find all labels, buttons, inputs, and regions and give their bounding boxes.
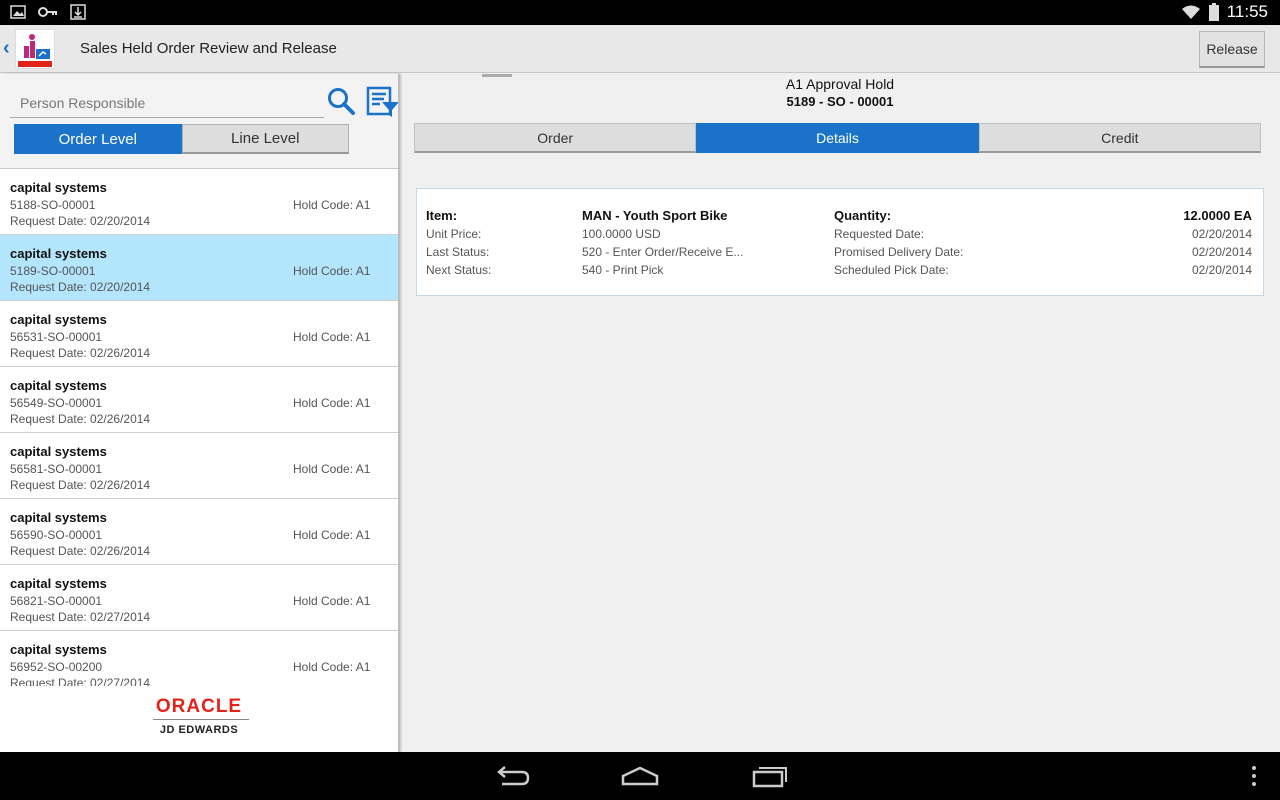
recent-apps-icon[interactable] [750, 764, 790, 788]
oracle-logo-text: ORACLE [155, 696, 243, 717]
customer-name: capital systems [10, 246, 107, 261]
list-item[interactable]: capital systems 5188-SO-00001 Request Da… [0, 169, 398, 235]
order-detail-panel: A1 Approval Hold 5189 - SO - 00001 Order… [402, 74, 1280, 752]
download-icon [70, 4, 86, 20]
requested-date-label: Requested Date: [834, 227, 925, 241]
hold-code: Hold Code: A1 [293, 462, 371, 476]
order-list-panel: Order Level Line Level capital systems 5… [0, 74, 400, 752]
details-card: Item: MAN - Youth Sport Bike Quantity: 1… [416, 188, 1264, 296]
order-level-tab[interactable]: Order Level [14, 124, 182, 154]
overflow-menu-icon[interactable] [1236, 764, 1272, 788]
order-number: 56821-SO-00001 [10, 594, 103, 608]
customer-name: capital systems [10, 642, 107, 657]
request-date: Request Date: 02/26/2014 [10, 412, 151, 426]
request-date: Request Date: 02/26/2014 [10, 478, 151, 492]
level-segmented-control: Order Level Line Level [14, 124, 349, 154]
request-date: Request Date: 02/26/2014 [10, 346, 151, 360]
order-number: 56549-SO-00001 [10, 396, 103, 410]
request-date: Request Date: 02/26/2014 [10, 544, 151, 558]
hold-title: A1 Approval Hold [785, 76, 895, 92]
promised-delivery-value: 02/20/2014 [1191, 245, 1252, 259]
image-icon [10, 5, 26, 19]
list-item[interactable]: capital systems 56581-SO-00001 Request D… [0, 433, 398, 499]
last-status-label: Last Status: [426, 245, 490, 259]
list-item[interactable]: capital systems 56821-SO-00001 Request D… [0, 565, 398, 631]
unit-price-label: Unit Price: [426, 227, 482, 241]
action-bar: ‹ Sales Held Order Review and Release Re… [0, 25, 1280, 73]
unit-price-row: Unit Price: 100.0000 USD Requested Date:… [417, 227, 1265, 243]
promised-delivery-label: Promised Delivery Date: [834, 245, 964, 259]
requested-date-value: 02/20/2014 [1191, 227, 1252, 241]
search-row [10, 84, 398, 124]
order-number: 56531-SO-00001 [10, 330, 103, 344]
hold-code: Hold Code: A1 [293, 264, 371, 278]
quantity-label: Quantity: [834, 208, 892, 223]
clock: 11:55 [1226, 2, 1268, 21]
list-item[interactable]: capital systems 56549-SO-00001 Request D… [0, 367, 398, 433]
app-icon[interactable] [15, 29, 55, 69]
detail-tabs: Order Details Credit [414, 123, 1261, 153]
list-item[interactable]: capital systems 56590-SO-00001 Request D… [0, 499, 398, 565]
list-item[interactable]: capital systems 56531-SO-00001 Request D… [0, 301, 398, 367]
page-title: Sales Held Order Review and Release [80, 40, 337, 57]
hold-code: Hold Code: A1 [293, 660, 371, 674]
quantity-value: 12.0000 EA [1183, 208, 1252, 223]
order-number: 56952-SO-00200 [10, 660, 103, 674]
hold-code: Hold Code: A1 [293, 330, 371, 344]
order-number: 56581-SO-00001 [10, 462, 103, 476]
scheduled-pick-label: Scheduled Pick Date: [834, 263, 949, 277]
logo-divider [153, 719, 249, 720]
request-date: Request Date: 02/27/2014 [10, 676, 151, 686]
hold-order-number: 5189 - SO - 00001 [786, 94, 894, 109]
list-item-selected[interactable]: capital systems 5189-SO-00001 Request Da… [0, 235, 398, 301]
hold-code: Hold Code: A1 [293, 396, 371, 410]
item-label: Item: [426, 208, 458, 223]
status-bar: 11:55 [0, 0, 1280, 25]
next-status-value: 540 - Print Pick [582, 263, 664, 277]
customer-name: capital systems [10, 180, 107, 195]
request-date: Request Date: 02/20/2014 [10, 214, 151, 228]
oracle-jde-logo: ORACLE JD EDWARDS [0, 686, 398, 752]
order-number: 5188-SO-00001 [10, 198, 96, 212]
item-row: Item: MAN - Youth Sport Bike Quantity: 1… [417, 208, 1265, 224]
unit-price-value: 100.0000 USD [582, 227, 661, 241]
person-responsible-search-input[interactable] [10, 88, 324, 118]
next-status-label: Next Status: [426, 263, 492, 277]
search-icon[interactable] [326, 86, 356, 116]
hold-code: Hold Code: A1 [293, 528, 371, 542]
battery-icon [1208, 3, 1219, 21]
hold-code: Hold Code: A1 [293, 198, 371, 212]
scheduled-pick-value: 02/20/2014 [1191, 263, 1252, 277]
customer-name: capital systems [10, 444, 107, 459]
order-number: 56590-SO-00001 [10, 528, 103, 542]
back-chevron-icon[interactable]: ‹ [3, 37, 10, 60]
request-date: Request Date: 02/20/2014 [10, 280, 151, 294]
line-level-tab[interactable]: Line Level [181, 124, 349, 154]
filter-icon[interactable] [366, 84, 400, 118]
item-value: MAN - Youth Sport Bike [582, 208, 728, 223]
order-number: 5189-SO-00001 [10, 264, 96, 278]
held-orders-list: capital systems 5188-SO-00001 Request Da… [0, 168, 398, 686]
customer-name: capital systems [10, 378, 107, 393]
list-item[interactable]: capital systems 56952-SO-00200 Request D… [0, 631, 398, 686]
customer-name: capital systems [10, 510, 107, 525]
tab-details[interactable]: Details [696, 123, 979, 153]
customer-name: capital systems [10, 576, 107, 591]
last-status-row: Last Status: 520 - Enter Order/Receive E… [417, 245, 1265, 261]
key-icon [38, 7, 57, 17]
next-status-row: Next Status: 540 - Print Pick Scheduled … [417, 263, 1265, 279]
jd-edwards-logo-text: JD EDWARDS [159, 724, 239, 736]
system-navigation-bar [0, 752, 1280, 800]
home-icon[interactable] [620, 764, 660, 788]
tab-order[interactable]: Order [414, 123, 697, 153]
customer-name: capital systems [10, 312, 107, 327]
tab-credit[interactable]: Credit [978, 123, 1261, 153]
request-date: Request Date: 02/27/2014 [10, 610, 151, 624]
back-icon[interactable] [492, 764, 532, 788]
last-status-value: 520 - Enter Order/Receive E... [582, 245, 744, 259]
hold-code: Hold Code: A1 [293, 594, 371, 608]
wifi-icon [1181, 5, 1200, 19]
release-button[interactable]: Release [1199, 31, 1265, 68]
